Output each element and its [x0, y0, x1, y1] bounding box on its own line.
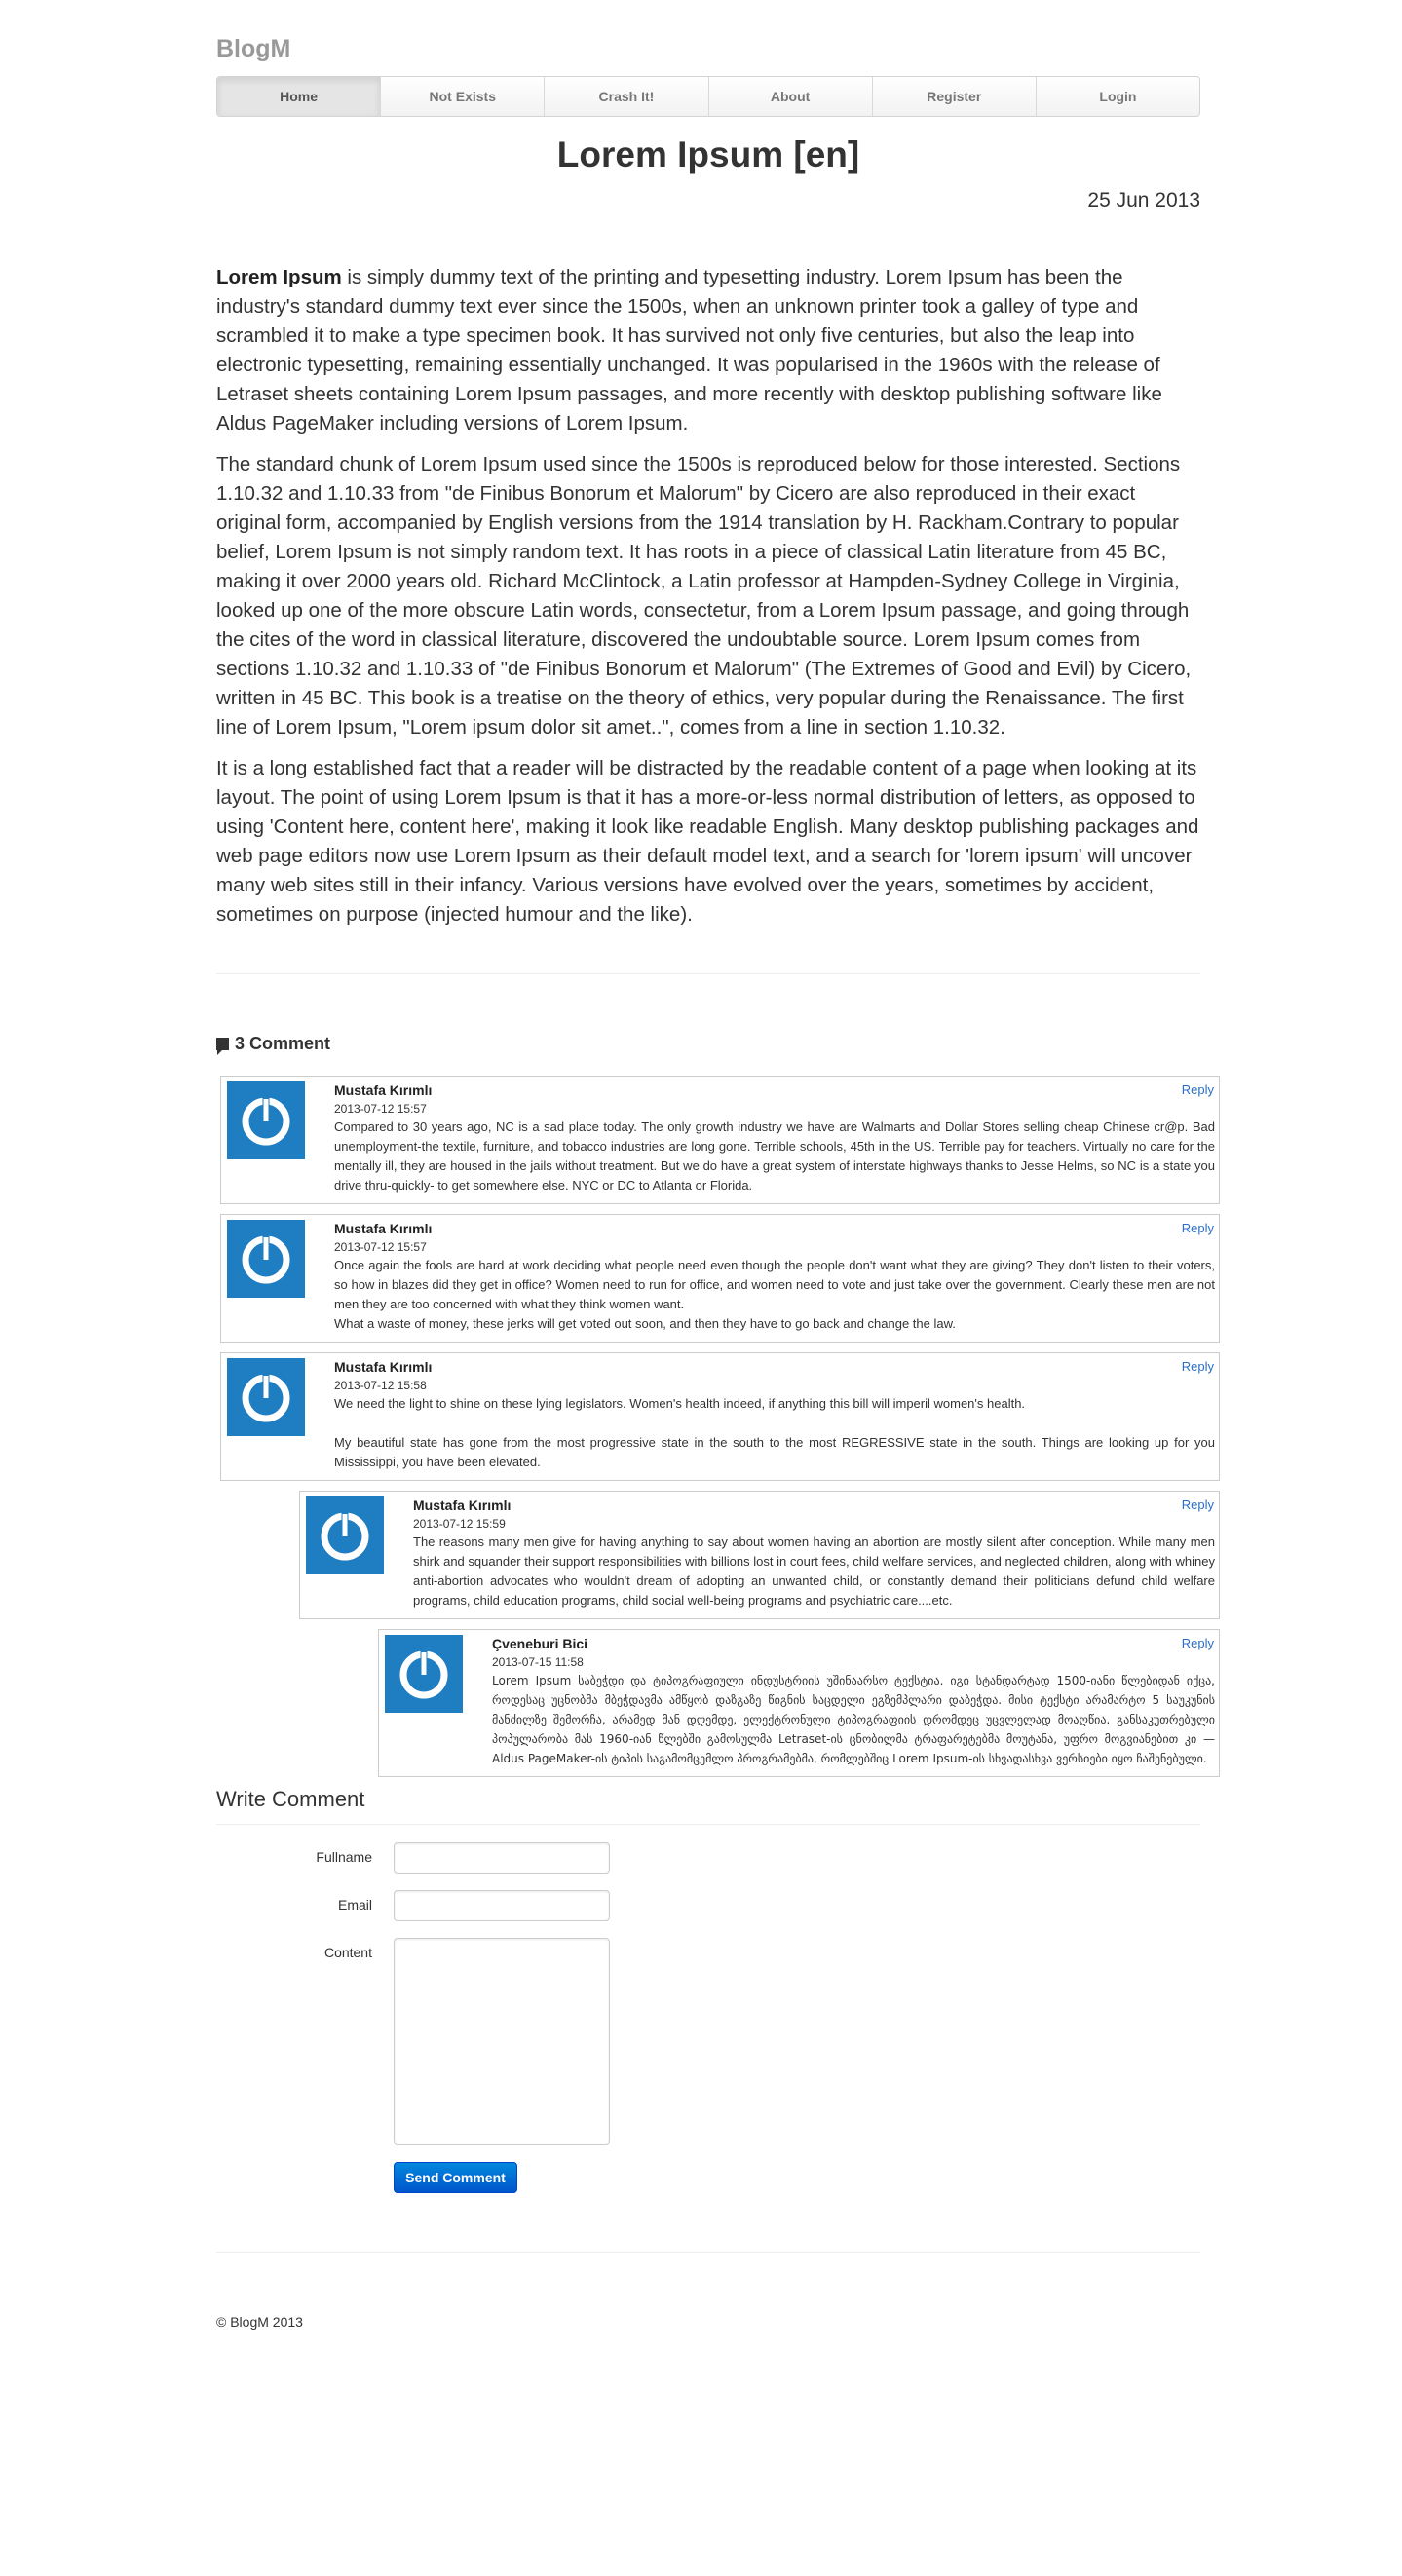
comment-form: Fullname Email Content Send Comment	[216, 1842, 1200, 2193]
reply-link[interactable]: Reply	[1182, 1497, 1214, 1512]
comment-author: Mustafa Kırımlı	[413, 1497, 512, 1513]
nav-about[interactable]: About	[709, 77, 873, 116]
main-navbar: Home Not Exists Crash It! About Register…	[216, 76, 1200, 117]
nav-not-exists[interactable]: Not Exists	[381, 77, 546, 116]
comment-body: Mustafa Kırımlı 2013-07-12 15:59 The rea…	[413, 1496, 1215, 1610]
reply-link[interactable]: Reply	[1182, 1221, 1214, 1235]
post-paragraph: It is a long established fact that a rea…	[216, 757, 1199, 926]
comment-icon	[216, 1037, 229, 1055]
post-paragraph: The standard chunk of Lorem Ipsum used s…	[216, 453, 1192, 739]
nav-home[interactable]: Home	[217, 77, 382, 116]
avatar	[227, 1220, 305, 1298]
comment-paragraph: What a waste of money, these jerks will …	[334, 1316, 956, 1331]
comment-author: Mustafa Kırımlı	[334, 1359, 433, 1375]
reply-link[interactable]: Reply	[1182, 1082, 1214, 1097]
comment-paragraph: We need the light to shine on these lyin…	[334, 1396, 1026, 1411]
comment-body: Çveneburi Bici 2013-07-15 11:58 Lorem Ip…	[492, 1635, 1215, 1768]
comment-text: Lorem Ipsum საბეჭდი და ტიპოგრაფიული ინდუ…	[492, 1671, 1215, 1768]
reply-link[interactable]: Reply	[1182, 1636, 1214, 1650]
avatar	[306, 1496, 384, 1574]
send-comment-button[interactable]: Send Comment	[394, 2162, 517, 2193]
comments-count: 3 Comment	[235, 1033, 331, 1053]
avatar-power-icon	[399, 1650, 448, 1699]
comment-body: Mustafa Kırımlı 2013-07-12 15:57 Once ag…	[334, 1220, 1215, 1334]
divider	[216, 2252, 1200, 2253]
comment-item: Mustafa Kırımlı 2013-07-12 15:57 Compare…	[220, 1076, 1220, 1204]
email-input[interactable]	[394, 1890, 610, 1921]
comment-body: Mustafa Kırımlı 2013-07-12 15:58 We need…	[334, 1358, 1215, 1472]
comment-text: We need the light to shine on these lyin…	[334, 1394, 1215, 1472]
post-body: Lorem Ipsum is simply dummy text of the …	[216, 263, 1200, 929]
avatar	[227, 1081, 305, 1159]
comment-body: Mustafa Kırımlı 2013-07-12 15:57 Compare…	[334, 1081, 1215, 1195]
comment-item-reply: Mustafa Kırımlı 2013-07-12 15:59 The rea…	[299, 1491, 1220, 1619]
comment-date: 2013-07-12 15:57	[334, 1102, 427, 1116]
comments-list: Mustafa Kırımlı 2013-07-12 15:57 Compare…	[216, 1076, 1220, 1777]
nav-register[interactable]: Register	[873, 77, 1037, 116]
comment-item: Mustafa Kırımlı 2013-07-12 15:57 Once ag…	[220, 1214, 1220, 1343]
avatar-power-icon	[242, 1097, 290, 1146]
comments-header: 3 Comment	[216, 1033, 1200, 1055]
comment-paragraph: My beautiful state has gone from the mos…	[334, 1435, 1215, 1469]
comment-text: Compared to 30 years ago, NC is a sad pl…	[334, 1118, 1215, 1195]
post-title: Lorem Ipsum [en]	[556, 134, 860, 174]
content-textarea[interactable]	[394, 1938, 610, 2145]
nav-crash-it[interactable]: Crash It!	[545, 77, 709, 116]
write-comment-title: Write Comment	[216, 1787, 365, 1811]
comment-paragraph: Compared to 30 years ago, NC is a sad pl…	[334, 1119, 1215, 1193]
comment-item-reply: Çveneburi Bici 2013-07-15 11:58 Lorem Ip…	[378, 1629, 1220, 1777]
comment-paragraph: Once again the fools are hard at work de…	[334, 1258, 1215, 1311]
post-paragraph-text: is simply dummy text of the printing and…	[216, 266, 1162, 435]
avatar-power-icon	[242, 1374, 290, 1422]
divider	[216, 1824, 1200, 1825]
comment-date: 2013-07-12 15:59	[413, 1517, 506, 1531]
comment-date: 2013-07-12 15:57	[334, 1240, 427, 1254]
comment-paragraph: Lorem Ipsum საბეჭდი და ტიპოგრაფიული ინდუ…	[492, 1674, 1215, 1765]
comment-item: Mustafa Kırımlı 2013-07-12 15:58 We need…	[220, 1352, 1220, 1481]
avatar-power-icon	[321, 1512, 369, 1561]
post-lead-bold: Lorem Ipsum	[216, 266, 342, 288]
divider	[216, 973, 1200, 974]
content-label: Content	[323, 1945, 372, 1960]
comment-text: Once again the fools are hard at work de…	[334, 1256, 1215, 1334]
post-paragraph: Lorem Ipsum is simply dummy text of the …	[216, 263, 1200, 438]
email-label: Email	[337, 1897, 372, 1913]
fullname-row: Fullname	[216, 1842, 1200, 1874]
fullname-label: Fullname	[316, 1849, 372, 1865]
comment-date: 2013-07-12 15:58	[334, 1379, 427, 1392]
content-row: Content	[216, 1938, 1200, 2145]
avatar	[227, 1358, 305, 1436]
avatar-power-icon	[242, 1235, 290, 1284]
nav-login[interactable]: Login	[1037, 77, 1199, 116]
footer-copyright: © BlogM 2013	[216, 2314, 303, 2330]
comment-date: 2013-07-15 11:58	[492, 1655, 584, 1669]
reply-link[interactable]: Reply	[1182, 1359, 1214, 1374]
comment-text: The reasons many men give for having any…	[413, 1533, 1215, 1610]
comment-author: Mustafa Kırımlı	[334, 1082, 433, 1098]
comment-author: Çveneburi Bici	[492, 1636, 588, 1651]
avatar	[385, 1635, 463, 1713]
brand-logo[interactable]: BlogM	[216, 0, 1200, 76]
comment-author: Mustafa Kırımlı	[334, 1221, 433, 1236]
email-row: Email	[216, 1890, 1200, 1921]
fullname-input[interactable]	[394, 1842, 610, 1874]
comment-paragraph: The reasons many men give for having any…	[413, 1534, 1215, 1608]
post-date: 25 Jun 2013	[1087, 189, 1200, 211]
